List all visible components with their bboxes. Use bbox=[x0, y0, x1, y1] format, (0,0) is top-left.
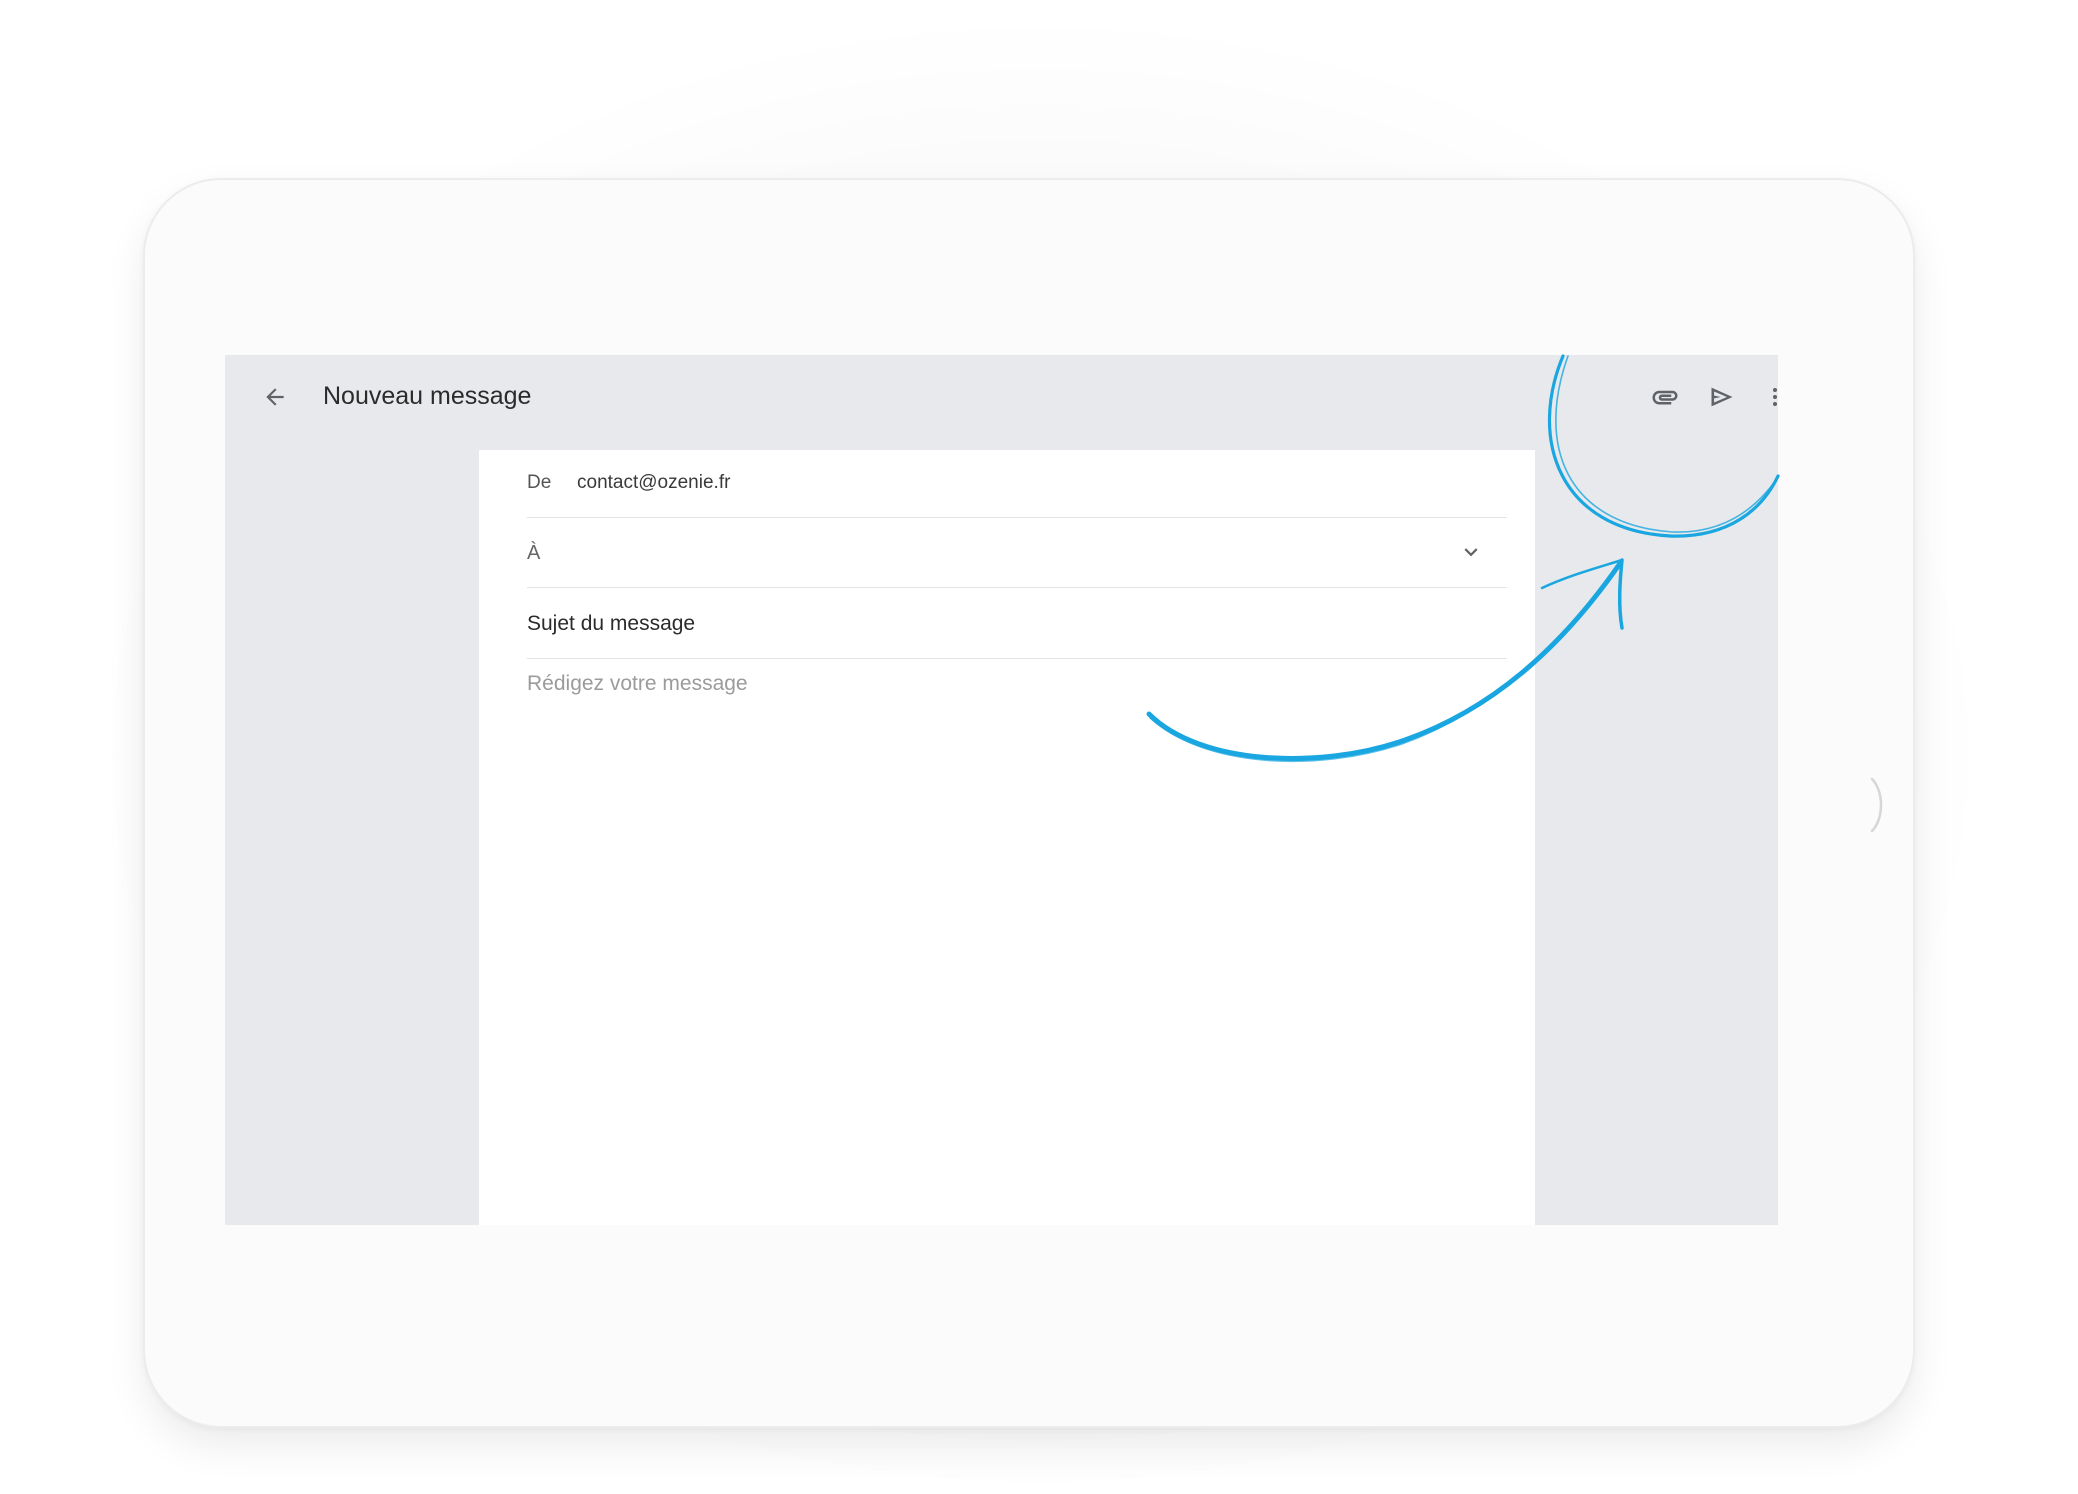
expand-recipients-button[interactable] bbox=[1453, 534, 1489, 570]
back-button[interactable] bbox=[253, 375, 297, 419]
from-row: De contact@ozenie.fr bbox=[527, 450, 1507, 518]
app-screen: Nouveau message De contact@ozenie.fr À S… bbox=[225, 355, 1778, 1225]
to-row: À bbox=[527, 518, 1507, 588]
paperclip-icon bbox=[1652, 390, 1678, 405]
arrow-left-icon bbox=[266, 388, 284, 406]
send-icon bbox=[1711, 387, 1733, 407]
subject-row[interactable]: Sujet du message bbox=[527, 588, 1507, 659]
to-field[interactable] bbox=[555, 532, 1435, 572]
send-button[interactable] bbox=[1700, 375, 1744, 419]
message-body-field[interactable] bbox=[527, 672, 1507, 1192]
chevron-down-icon bbox=[1464, 548, 1478, 557]
more-vertical-icon bbox=[1773, 388, 1777, 406]
to-label: À bbox=[527, 542, 541, 564]
page: Nouveau message De contact@ozenie.fr À S… bbox=[0, 0, 2078, 1494]
home-button bbox=[1870, 777, 1883, 833]
more-options-button[interactable] bbox=[1753, 375, 1778, 419]
from-label: De bbox=[527, 472, 552, 493]
subject-field[interactable]: Sujet du message bbox=[527, 612, 695, 636]
from-address[interactable]: contact@ozenie.fr bbox=[577, 472, 730, 494]
top-app-bar: Nouveau message bbox=[225, 355, 1778, 450]
attach-button[interactable] bbox=[1643, 375, 1687, 419]
page-title: Nouveau message bbox=[323, 382, 532, 410]
compose-panel: De contact@ozenie.fr À Sujet du message bbox=[479, 450, 1535, 1225]
